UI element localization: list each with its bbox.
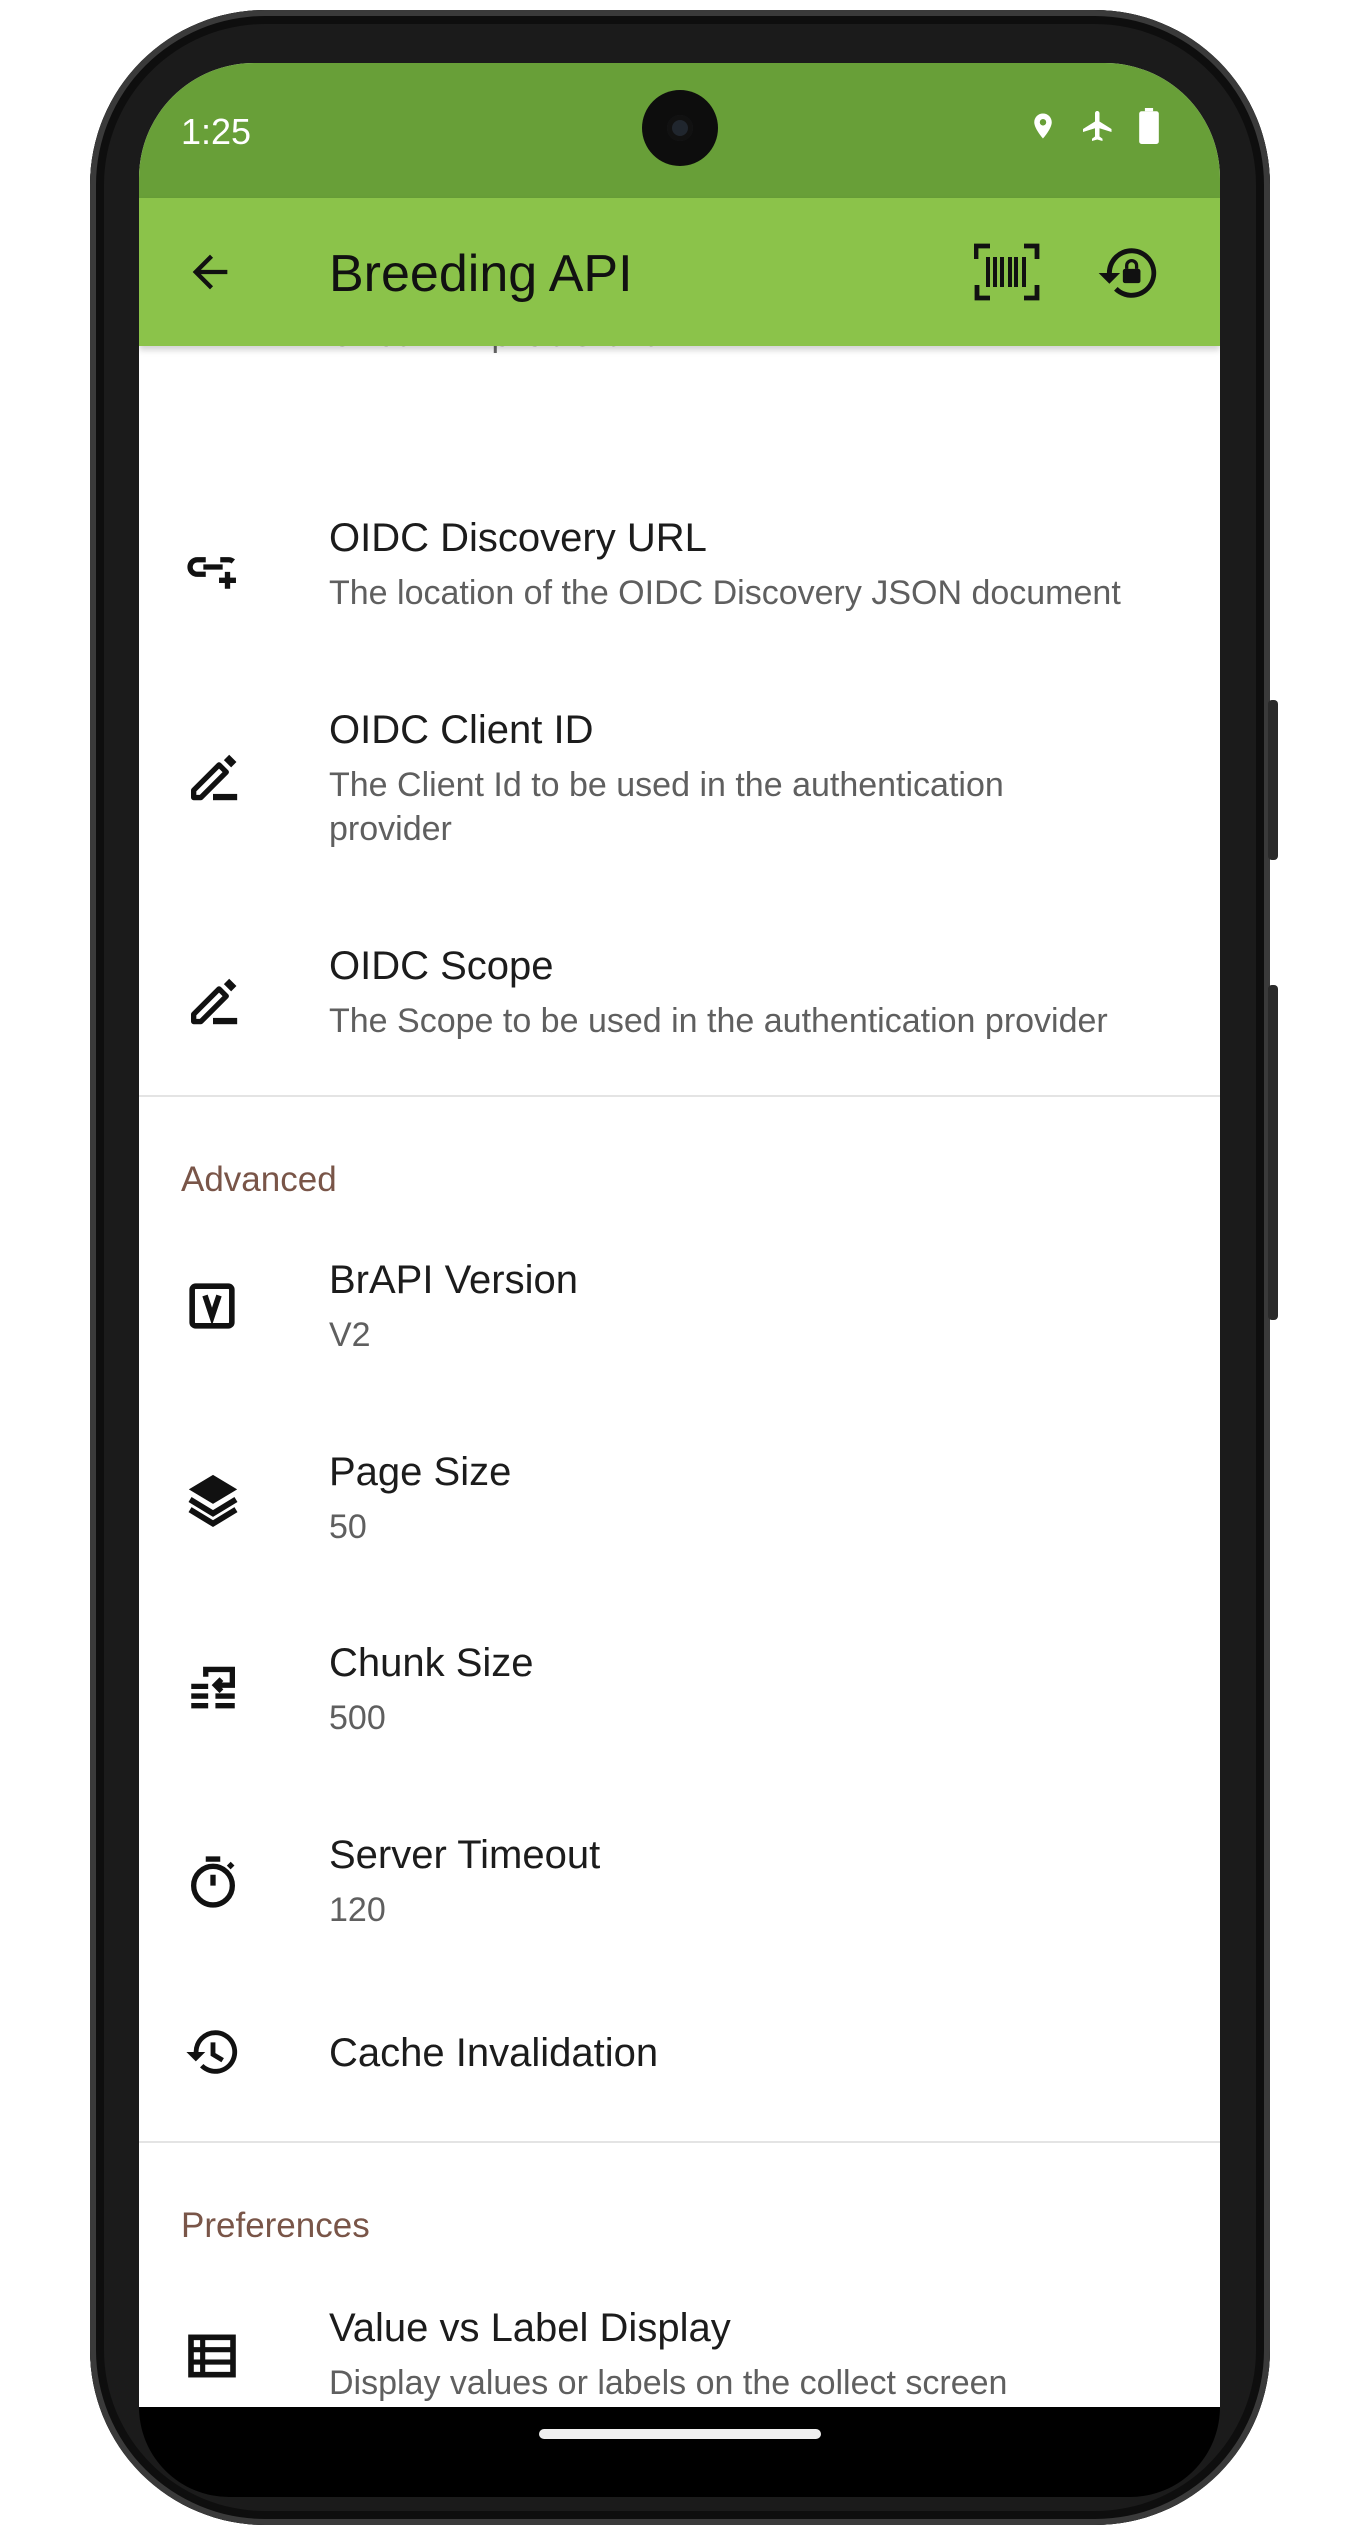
partial-item-summary: OAuth2 Implicit Grant <box>329 346 654 355</box>
pref-summary: 50 <box>329 1508 367 1546</box>
pref-title: Cache Invalidation <box>329 2031 659 2075</box>
layers-icon <box>184 1470 242 1533</box>
chunk-size-icon <box>184 1661 242 1724</box>
screen: 1:25 Breeding API OIDC Discovery URL The… <box>139 63 1220 2407</box>
pref-title: Server Timeout <box>329 1833 601 1877</box>
barcode-scan-icon[interactable] <box>973 243 1040 306</box>
pref-summary: Display values or labels on the collect … <box>329 2364 1008 2402</box>
pref-chunk-size[interactable]: Chunk Size 500 <box>139 1641 1220 1791</box>
version-box-icon <box>184 1278 240 1339</box>
pref-value-vs-label-display[interactable]: Value vs Label Display Display values or… <box>139 2306 1220 2407</box>
pref-page-size[interactable]: Page Size 50 <box>139 1450 1220 1600</box>
pref-oidc-discovery-url[interactable]: OIDC Discovery URL The location of the O… <box>139 516 1220 686</box>
category-preferences: Preferences <box>181 2206 370 2245</box>
pref-title: BrAPI Version <box>329 1258 579 1302</box>
side-button <box>1268 700 1278 860</box>
pref-brapi-version[interactable]: BrAPI Version V2 <box>139 1258 1220 1408</box>
timer-icon <box>184 1853 242 1916</box>
pref-oidc-client-id[interactable]: OIDC Client ID The Client Id to be used … <box>139 708 1220 898</box>
pref-summary: 120 <box>329 1891 386 1929</box>
list-table-icon <box>184 2328 240 2389</box>
status-time: 1:25 <box>181 111 252 152</box>
front-camera <box>642 90 718 166</box>
home-gesture-handle[interactable] <box>539 2429 821 2439</box>
app-toolbar: Breeding API <box>139 198 1220 346</box>
pref-summary: The location of the OIDC Discovery JSON … <box>329 574 1121 612</box>
navigation-bar <box>139 2407 1220 2497</box>
battery-icon <box>1138 108 1160 149</box>
category-advanced: Advanced <box>181 1160 337 1199</box>
side-button <box>1268 985 1278 1320</box>
history-icon <box>184 2023 242 2086</box>
page-title: Breeding API <box>329 245 633 303</box>
settings-list: OAuth2 Implicit Grant OIDC Discovery URL… <box>139 346 1220 2407</box>
location-icon <box>1028 109 1058 148</box>
pencil-edit-icon <box>184 972 242 1035</box>
pref-summary: The Client Id to be used in the authenti… <box>329 766 1004 848</box>
pref-title: OIDC Discovery URL <box>329 516 707 560</box>
pref-summary: 500 <box>329 1699 386 1737</box>
pref-cache-invalidation[interactable]: Cache Invalidation <box>139 2030 1220 2111</box>
divider <box>139 1095 1220 1097</box>
pref-server-timeout[interactable]: Server Timeout 120 <box>139 1833 1220 1983</box>
lock-reset-icon[interactable] <box>1097 240 1163 311</box>
divider <box>139 2141 1220 2143</box>
back-arrow-icon[interactable] <box>184 246 236 303</box>
pref-title: Page Size <box>329 1450 512 1494</box>
pref-title: Value vs Label Display <box>329 2306 731 2350</box>
pref-summary: The Scope to be used in the authenticati… <box>329 1002 1108 1040</box>
pref-oidc-scope[interactable]: OIDC Scope The Scope to be used in the a… <box>139 944 1220 1094</box>
status-bar: 1:25 <box>139 63 1220 198</box>
pencil-edit-icon <box>184 748 242 811</box>
airplane-icon <box>1080 108 1116 149</box>
pref-summary: V2 <box>329 1316 371 1354</box>
pref-title: Chunk Size <box>329 1641 534 1685</box>
pref-title: OIDC Client ID <box>329 708 594 752</box>
link-plus-icon <box>184 538 242 601</box>
pref-title: OIDC Scope <box>329 944 554 988</box>
